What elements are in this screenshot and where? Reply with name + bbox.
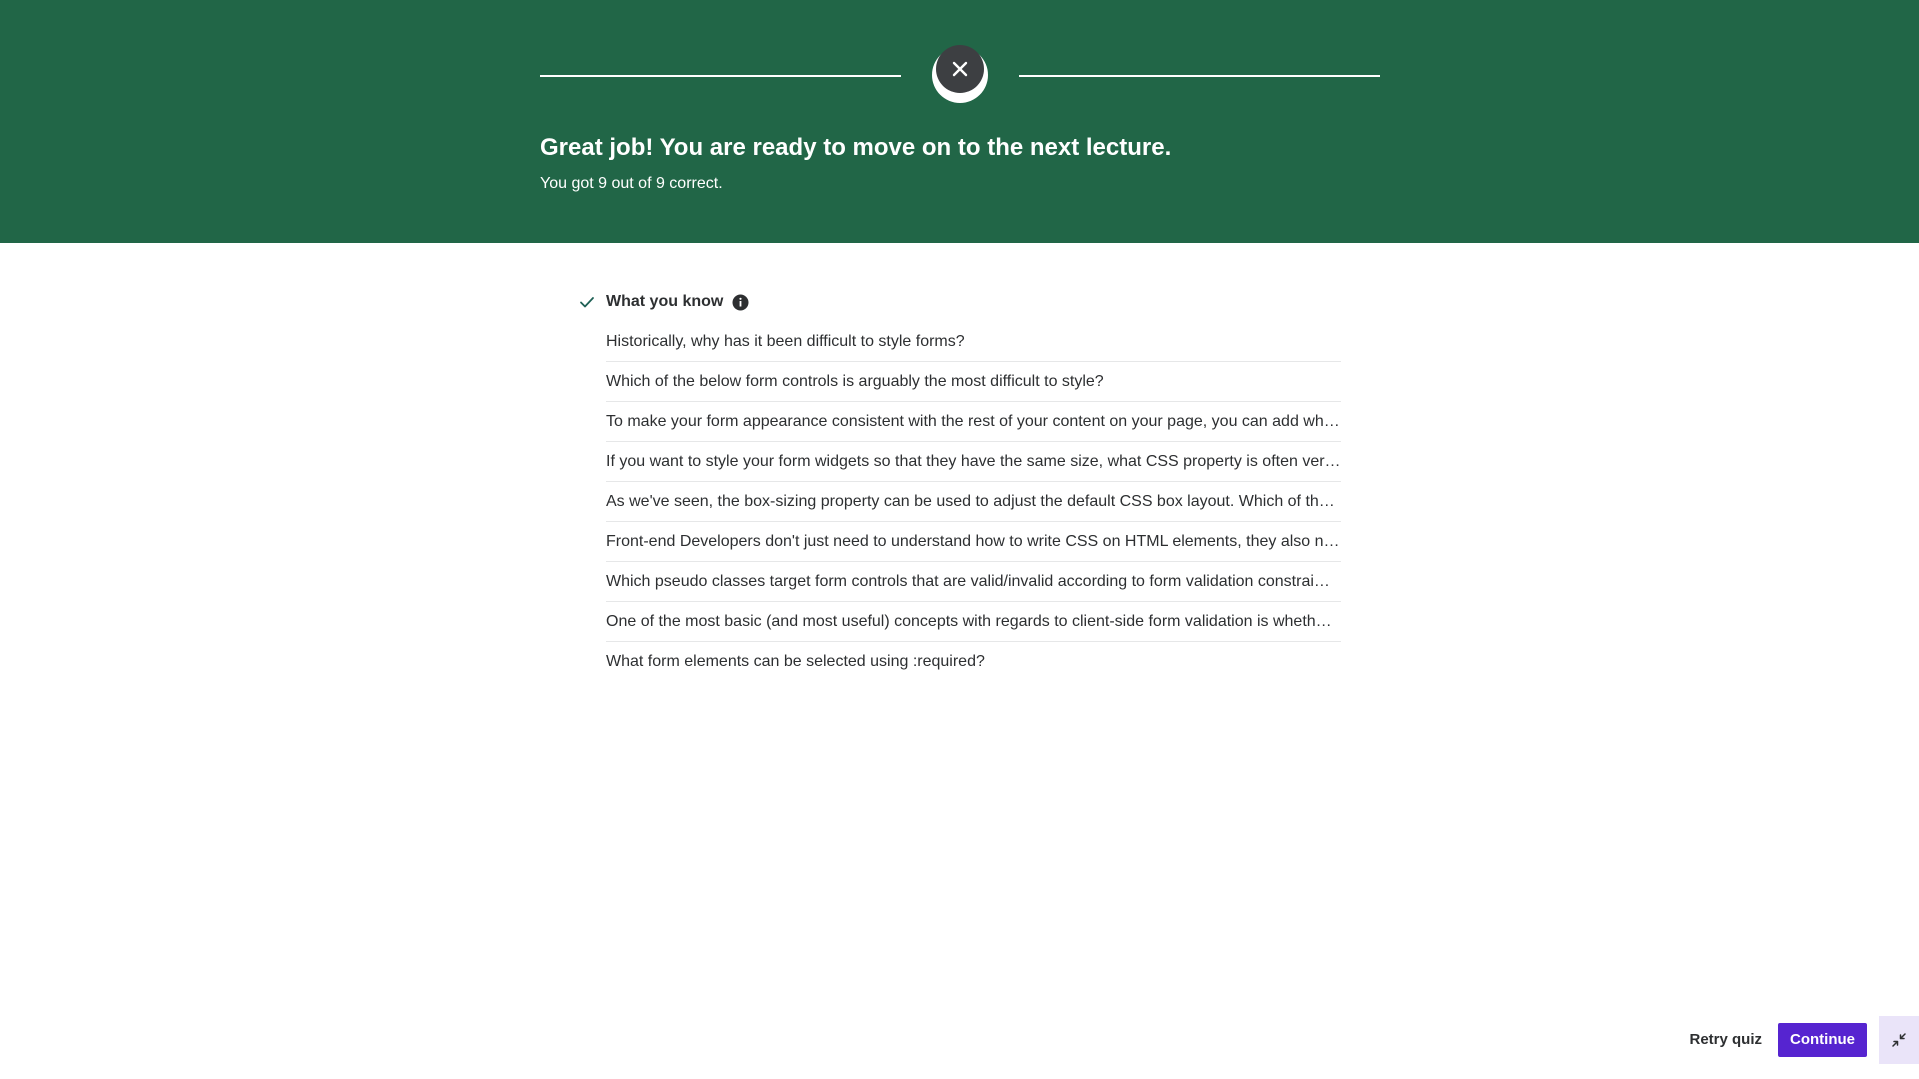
retry-quiz-button[interactable]: Retry quiz xyxy=(1681,1023,1770,1057)
result-title: Great job! You are ready to move on to t… xyxy=(540,134,1172,161)
info-icon[interactable] xyxy=(732,294,749,311)
question-list: Historically, why has it been difficult … xyxy=(606,322,1341,681)
divider-line-left xyxy=(540,75,901,77)
question-text: Historically, why has it been difficult … xyxy=(606,332,965,350)
question-text: If you want to style your form widgets s… xyxy=(606,452,1341,470)
question-item[interactable]: As we've seen, the box-sizing property c… xyxy=(606,482,1341,522)
check-icon xyxy=(578,293,596,311)
question-item[interactable]: What form elements can be selected using… xyxy=(606,642,1341,681)
question-item[interactable]: Historically, why has it been difficult … xyxy=(606,322,1341,362)
result-banner: Great job! You are ready to move on to t… xyxy=(0,0,1919,243)
question-text: Front-end Developers don't just need to … xyxy=(606,532,1340,550)
question-text: To make your form appearance consistent … xyxy=(606,412,1340,430)
question-text: Which of the below form controls is argu… xyxy=(606,372,1104,390)
shrink-icon[interactable] xyxy=(1879,1015,1919,1064)
question-item[interactable]: If you want to style your form widgets s… xyxy=(606,442,1341,482)
question-text: One of the most basic (and most useful) … xyxy=(606,612,1332,630)
question-item[interactable]: Front-end Developers don't just need to … xyxy=(606,522,1341,562)
result-score: You got 9 out of 9 correct. xyxy=(540,175,723,192)
section-title: What you know xyxy=(606,293,724,310)
question-text: What form elements can be selected using… xyxy=(606,652,985,670)
question-item[interactable]: Which of the below form controls is argu… xyxy=(606,362,1341,402)
question-item[interactable]: One of the most basic (and most useful) … xyxy=(606,602,1341,642)
question-item[interactable]: Which pseudo classes target form control… xyxy=(606,562,1341,602)
question-text: As we've seen, the box-sizing property c… xyxy=(606,492,1341,510)
footer-actions: Retry quiz Continue xyxy=(1681,1000,1919,1079)
divider-line-right xyxy=(1019,75,1380,77)
question-item[interactable]: To make your form appearance consistent … xyxy=(606,402,1341,442)
section-header: What you know xyxy=(578,289,749,315)
question-text: Which pseudo classes target form control… xyxy=(606,572,1330,590)
result-badge xyxy=(932,43,988,103)
continue-button[interactable]: Continue xyxy=(1778,1022,1867,1057)
close-star-icon xyxy=(936,45,984,93)
